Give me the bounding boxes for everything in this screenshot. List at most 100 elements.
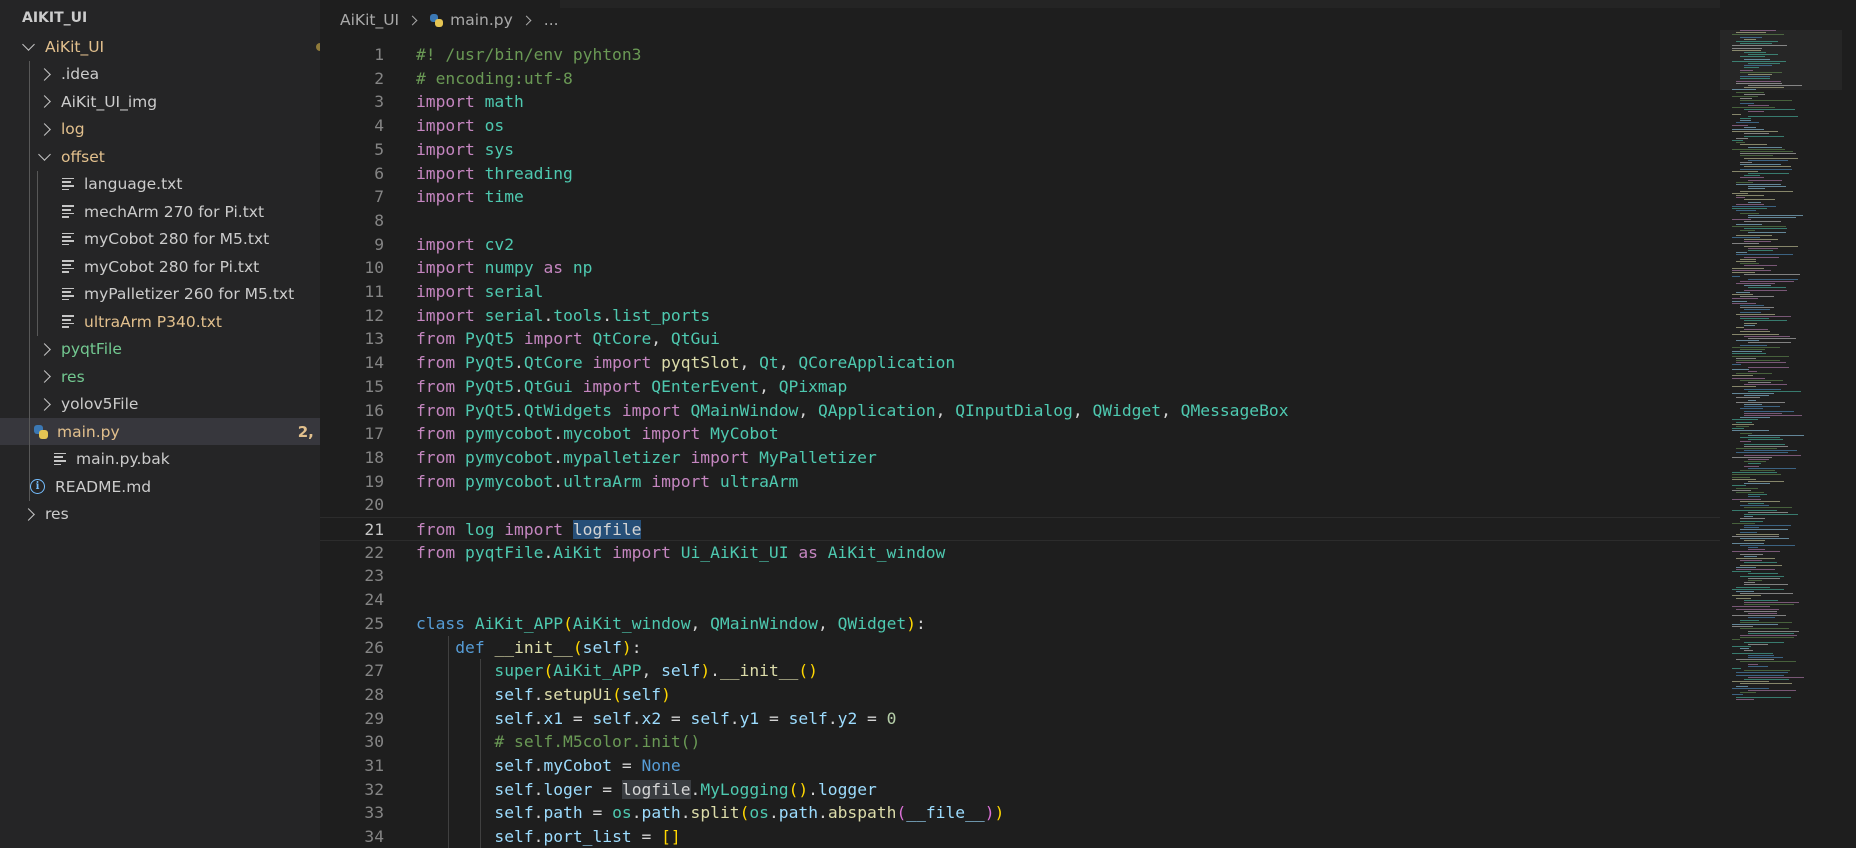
line-number: 19 (364, 471, 384, 491)
code-text: import math (416, 90, 524, 114)
tree-item-label: mechArm 270 for Pi.txt (84, 202, 265, 221)
python-file-icon (430, 13, 444, 27)
code-token: . (729, 708, 740, 728)
tree-item-main-py-bak[interactable]: main.py.bak (0, 446, 320, 473)
code-editor[interactable]: 1 #! /usr/bin/env pyhton3 2 # encoding:utf-… (320, 40, 1720, 848)
code-token: import (416, 163, 485, 183)
code-token: logfile (572, 520, 642, 539)
tree-item-log[interactable]: log (0, 116, 320, 143)
tree-item-mycobot-280-for-m5-txt[interactable]: myCobot 280 for M5.txt (0, 226, 320, 253)
code-line[interactable]: 3 import math (320, 90, 1720, 114)
tree-item-res[interactable]: res (0, 363, 320, 390)
tree-item-offset[interactable]: offset (0, 143, 320, 170)
text-file-icon (60, 259, 76, 275)
breadcrumb-more[interactable]: ... (544, 11, 559, 29)
code-line[interactable]: 33 self.path = os.path.split(os.path.abs… (320, 801, 1720, 825)
code-line[interactable]: 4 import os (320, 114, 1720, 138)
code-line[interactable]: 20 (320, 493, 1720, 517)
indent-guide (480, 659, 481, 848)
code-line[interactable]: 14 from PyQt5.QtCore import pyqtSlot, Qt,… (320, 351, 1720, 375)
tree-item-label: res (45, 505, 69, 523)
code-text: from pymycobot.mypalletizer import MyPal… (416, 446, 877, 470)
code-line[interactable]: 26 def __init__(self): (320, 636, 1720, 660)
breadcrumb-file[interactable]: main.py (450, 11, 513, 29)
code-line[interactable]: 17 from pymycobot.mycobot import MyCobot (320, 422, 1720, 446)
code-token: AiKit_APP (474, 613, 564, 633)
code-line[interactable]: 19 from pymycobot.ultraArm import ultraAr… (320, 470, 1720, 494)
tree-item-yolov5file[interactable]: yolov5File (0, 391, 320, 418)
tree-item-mycobot-280-for-pi-txt[interactable]: myCobot 280 for Pi.txt (0, 253, 320, 280)
code-line[interactable]: 29 self.x1 = self.x2 = self.y1 = self.y2… (320, 707, 1720, 731)
explorer-root-header[interactable]: AIKIT_UI (0, 4, 320, 31)
code-line[interactable]: 22 from pyqtFile.AiKit import Ui_AiKit_UI… (320, 541, 1720, 565)
tree-item-main-py[interactable]: main.py 2, M (0, 418, 320, 445)
code-token: QEnterEvent (651, 376, 760, 396)
code-token: x1 (543, 708, 564, 728)
chevron-right-icon (38, 342, 51, 356)
code-line[interactable]: 32 self.loger = logfile.MyLogging().logg… (320, 778, 1720, 802)
tree-item-mypalletizer-260-for-m5-txt[interactable]: myPalletizer 260 for M5.txt (0, 281, 320, 308)
tree-item-label: pyqtFile (61, 340, 122, 358)
line-number: 2 (374, 68, 384, 88)
tree-item-res[interactable]: res (0, 501, 320, 528)
tree-item-ultraarm-p340-txt[interactable]: ultraArm P340.txtM (0, 308, 320, 335)
code-line[interactable]: 10 import numpy as np (320, 256, 1720, 280)
code-line[interactable]: 2 # encoding:utf-8 (320, 67, 1720, 91)
tree-item-pyqtfile[interactable]: pyqtFile (0, 336, 320, 363)
breadcrumb-folder[interactable]: AiKit_UI (340, 11, 399, 29)
code-token: from (416, 353, 466, 373)
code-line[interactable]: 24 (320, 588, 1720, 612)
line-number: 13 (364, 329, 384, 349)
code-line[interactable]: 25 class AiKit_APP(AiKit_window, QMainWin… (320, 612, 1720, 636)
minimap[interactable] (1720, 0, 1856, 848)
chevron-right-icon (407, 15, 418, 25)
code-token: . (553, 471, 564, 491)
code-line[interactable]: 27 super(AiKit_APP, self).__init__() (320, 659, 1720, 683)
code-line[interactable]: 9 import cv2 (320, 233, 1720, 257)
code-token: y2 (837, 708, 858, 728)
tree-item-mecharm-270-for-pi-txt[interactable]: mechArm 270 for Pi.txt (0, 198, 320, 225)
chevron-right-icon (38, 67, 51, 81)
code-line[interactable]: 30 # self.M5color.init() (320, 730, 1720, 754)
code-token: PyQt5 (465, 400, 515, 420)
code-token: . (710, 661, 720, 681)
code-line[interactable]: 8 (320, 209, 1720, 233)
tree-item--idea[interactable]: .idea (0, 61, 320, 88)
code-token: import (494, 520, 573, 539)
code-line[interactable]: 12 import serial.tools.list_ports (320, 304, 1720, 328)
chevron-down-icon (22, 37, 35, 51)
code-line[interactable]: 1 #! /usr/bin/env pyhton3 (320, 43, 1720, 67)
chevron-right-icon (521, 15, 532, 25)
tree-item-readme-md[interactable]: i README.md (0, 473, 320, 500)
code-line[interactable]: 28 self.setupUi(self) (320, 683, 1720, 707)
code-line[interactable]: 13 from PyQt5 import QtCore, QtGui (320, 327, 1720, 351)
code-line[interactable]: 7 import time (320, 185, 1720, 209)
code-line[interactable]: 18 from pymycobot.mypalletizer import MyP… (320, 446, 1720, 470)
code-line[interactable]: 31 self.myCobot = None (320, 754, 1720, 778)
code-line[interactable]: 34 self.port_list = [] (320, 825, 1720, 848)
vertical-scrollbar[interactable] (1842, 30, 1856, 830)
code-token: cv2 (484, 234, 515, 254)
code-line[interactable]: 5 import sys (320, 138, 1720, 162)
code-token: . (533, 756, 544, 775)
tree-item-language-txt[interactable]: language.txt (0, 171, 320, 198)
code-token: . (533, 827, 544, 847)
tree-item-aikit-ui[interactable]: AiKit_UI (0, 33, 320, 60)
code-token: from (416, 400, 466, 420)
code-token: import (602, 542, 681, 562)
tree-item-label: AiKit_UI (45, 37, 105, 56)
code-line[interactable]: 21 from log import logfile (320, 517, 1720, 541)
code-line[interactable]: 11 import serial (320, 280, 1720, 304)
code-line[interactable]: 15 from PyQt5.QtGui import QEnterEvent, Q… (320, 375, 1720, 399)
code-text: import numpy as np (416, 256, 592, 280)
code-token: serial (484, 305, 544, 325)
code-line[interactable]: 16 from PyQt5.QtWidgets import QMainWindo… (320, 399, 1720, 423)
tree-item-label: myCobot 280 for Pi.txt (84, 257, 260, 276)
code-line[interactable]: 6 import threading (320, 162, 1720, 186)
code-token: QInputDialog (955, 400, 1073, 420)
code-token: QPixmap (778, 376, 848, 396)
tree-item-aikit-ui-img[interactable]: AiKit_UI_img (0, 88, 320, 115)
code-token: import (572, 376, 652, 396)
code-line[interactable]: 23 (320, 564, 1720, 588)
